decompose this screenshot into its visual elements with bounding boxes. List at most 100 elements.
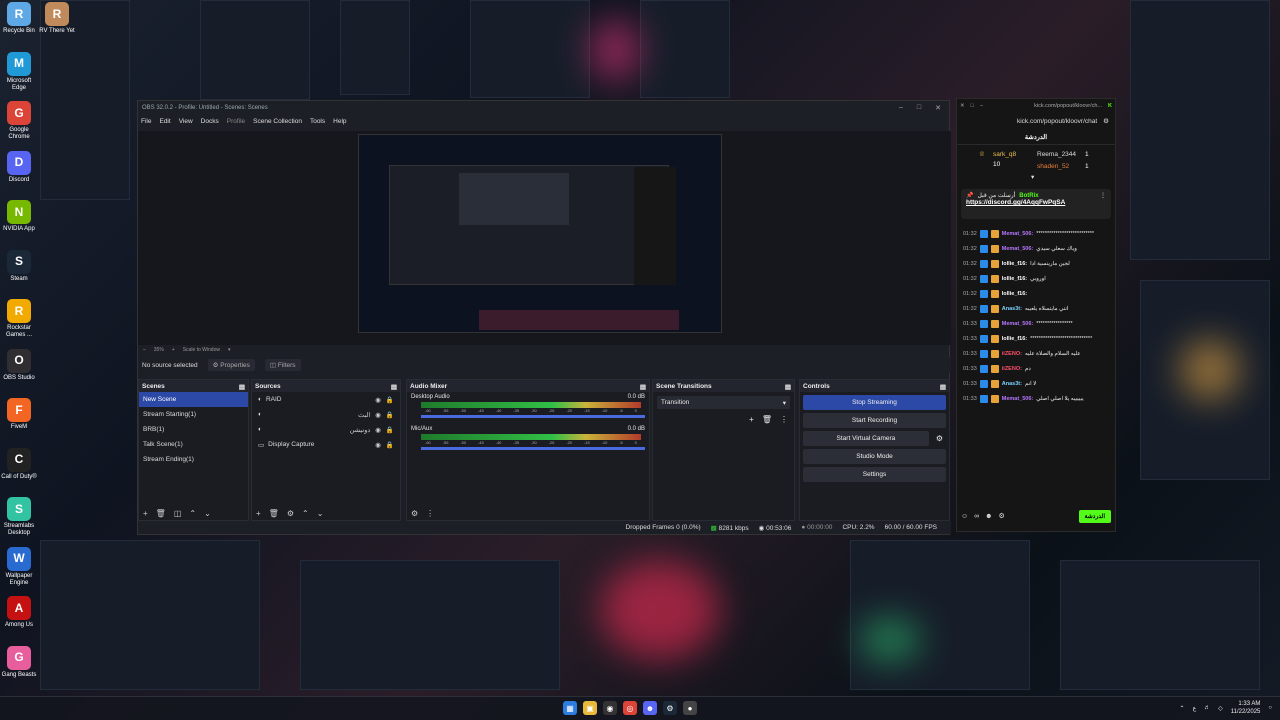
filters-button[interactable]: ◫ Filters bbox=[264, 359, 301, 371]
zoom-in-icon[interactable]: + bbox=[172, 347, 175, 353]
add-icon[interactable]: + bbox=[143, 509, 148, 518]
dock-menu-icon[interactable]: ▤ bbox=[239, 383, 245, 391]
desktop-icon[interactable]: F FiveM bbox=[0, 398, 38, 431]
message-username[interactable]: lollie_f16: bbox=[1002, 335, 1027, 343]
studio-mode-button[interactable]: Studio Mode bbox=[803, 449, 946, 464]
zoom-out-icon[interactable]: – bbox=[143, 347, 146, 353]
message-username[interactable]: Anas3t: bbox=[1002, 380, 1022, 388]
desktop-icon[interactable]: M Microsoft Edge bbox=[0, 51, 38, 92]
message-username[interactable]: iiZENO: bbox=[1002, 350, 1022, 358]
message-username[interactable]: Memat_506: bbox=[1002, 245, 1034, 253]
transition-select[interactable]: Transition ▾ bbox=[657, 396, 790, 409]
gear-icon[interactable]: ⚙ bbox=[999, 512, 1005, 520]
settings-button[interactable]: Settings bbox=[803, 467, 946, 482]
start-recording-button[interactable]: Start Recording bbox=[803, 413, 946, 428]
desktop-icon[interactable]: S Streamlabs Desktop bbox=[0, 497, 38, 537]
obs-icon[interactable]: ◉ bbox=[603, 701, 617, 715]
people-icon[interactable]: ☻ bbox=[985, 513, 992, 520]
chevron-down-icon[interactable]: ▾ bbox=[228, 347, 231, 353]
stream-preview[interactable] bbox=[358, 134, 722, 333]
move-down-icon[interactable]: ⌄ bbox=[204, 509, 211, 518]
app-icon[interactable]: ● bbox=[683, 701, 697, 715]
move-up-icon[interactable]: ⌃ bbox=[302, 509, 309, 518]
menu-tools[interactable]: Tools bbox=[310, 118, 325, 125]
volume-icon[interactable]: ♬ bbox=[1204, 705, 1210, 711]
move-up-icon[interactable]: ⌃ bbox=[189, 509, 196, 518]
source-item[interactable]: ◐ البث ◉ 🔒 bbox=[252, 407, 400, 422]
top-user-name[interactable]: shaden_52 bbox=[1037, 163, 1069, 170]
add-icon[interactable]: + bbox=[749, 415, 754, 424]
chevron-up-icon[interactable]: ⌃ bbox=[1180, 705, 1185, 712]
dock-menu-icon[interactable]: ▤ bbox=[785, 383, 791, 391]
message-username[interactable]: Memat_506: bbox=[1002, 320, 1034, 328]
desktop-icon[interactable]: N NVIDIA App bbox=[0, 200, 38, 233]
gear-icon[interactable]: ⚙ bbox=[936, 434, 943, 443]
lock-icon[interactable]: 🔒 bbox=[386, 411, 394, 419]
lock-icon[interactable]: 🔒 bbox=[386, 396, 394, 404]
maximize-icon[interactable]: □ bbox=[917, 104, 921, 112]
chevron-down-icon[interactable]: ▾ bbox=[1031, 173, 1034, 181]
chat-url[interactable]: kick.com/popout/kloovr/chat bbox=[1017, 118, 1097, 125]
gear-icon[interactable]: ⚙ bbox=[411, 509, 418, 518]
top-user-name[interactable]: sark_q8 bbox=[993, 151, 1016, 158]
stop-streaming-button[interactable]: Stop Streaming bbox=[803, 395, 946, 410]
menu-profile[interactable]: Profile bbox=[227, 118, 245, 125]
trash-icon[interactable]: 🗑 bbox=[762, 415, 772, 424]
desktop-icon[interactable]: W Wallpaper Engine bbox=[0, 546, 38, 587]
filter-icon[interactable]: ◫ bbox=[174, 509, 182, 518]
lock-icon[interactable]: 🔒 bbox=[386, 426, 394, 434]
message-username[interactable]: Memat_506: bbox=[1002, 230, 1034, 238]
minimize-icon[interactable]: – bbox=[899, 104, 903, 112]
discord-icon[interactable]: ☻ bbox=[643, 701, 657, 715]
desktop-icon[interactable]: O OBS Studio bbox=[0, 348, 38, 382]
desktop-icon[interactable]: R RV There Yet bbox=[38, 2, 76, 35]
desktop-icon[interactable]: R Recycle Bin bbox=[0, 2, 38, 35]
top-user-name[interactable]: Reema_2344 bbox=[1037, 151, 1076, 158]
scene-item[interactable]: Talk Scene(1) bbox=[139, 437, 248, 452]
desktop-icon[interactable]: G Google Chrome bbox=[0, 101, 38, 141]
start-icon[interactable]: ▦ bbox=[563, 701, 577, 715]
volume-slider[interactable] bbox=[421, 415, 645, 418]
file-explorer-icon[interactable]: ▣ bbox=[583, 701, 597, 715]
menu-scene-collection[interactable]: Scene Collection bbox=[253, 118, 302, 125]
minimize-icon[interactable]: – bbox=[980, 103, 983, 109]
menu-docks[interactable]: Docks bbox=[201, 118, 219, 125]
network-icon[interactable]: ◇ bbox=[1218, 705, 1223, 712]
message-username[interactable]: Memat_506: bbox=[1002, 395, 1034, 403]
source-item[interactable]: ▭ Display Capture ◉ 🔒 bbox=[252, 437, 400, 452]
menu-help[interactable]: Help bbox=[333, 118, 346, 125]
close-icon[interactable]: ✕ bbox=[935, 104, 941, 112]
menu-view[interactable]: View bbox=[179, 118, 193, 125]
scene-item[interactable]: New Scene bbox=[139, 392, 248, 407]
gear-icon[interactable]: ⚙ bbox=[287, 509, 294, 518]
emoji-icon[interactable]: ☺ bbox=[961, 513, 968, 520]
dock-menu-icon[interactable]: ▤ bbox=[391, 383, 397, 391]
volume-slider[interactable] bbox=[421, 447, 645, 450]
menu-file[interactable]: File bbox=[141, 118, 151, 125]
source-item[interactable]: ◐ RAID ◉ 🔒 bbox=[252, 392, 400, 407]
notification-icon[interactable]: ○ bbox=[1268, 705, 1272, 711]
desktop-icon[interactable]: S Steam bbox=[0, 249, 38, 283]
close-icon[interactable]: ✕ bbox=[960, 103, 965, 109]
eye-icon[interactable]: ◉ bbox=[375, 426, 381, 434]
scene-item[interactable]: Stream Ending(1) bbox=[139, 452, 248, 467]
steam-icon[interactable]: ⚙ bbox=[663, 701, 677, 715]
source-item[interactable]: ◐ دونيشن ◉ 🔒 bbox=[252, 422, 400, 437]
menu-edit[interactable]: Edit bbox=[159, 118, 170, 125]
infinity-icon[interactable]: ∞ bbox=[974, 513, 979, 520]
pinned-link[interactable]: https://discord.gg/4AqqFwPqSA bbox=[966, 199, 1106, 206]
move-down-icon[interactable]: ⌄ bbox=[317, 509, 324, 518]
message-username[interactable]: lollie_f16: bbox=[1002, 275, 1027, 283]
message-username[interactable]: lollie_f16: bbox=[1002, 290, 1027, 298]
dock-menu-icon[interactable]: ▤ bbox=[940, 383, 946, 391]
message-username[interactable]: iiZENO: bbox=[1002, 365, 1022, 373]
scene-item[interactable]: Stream Starting(1) bbox=[139, 407, 248, 422]
clock[interactable]: 1:33 AM 11/22/2025 bbox=[1231, 700, 1261, 716]
restore-icon[interactable]: □ bbox=[971, 103, 974, 109]
start-virtual-camera-button[interactable]: Start Virtual Camera bbox=[803, 431, 929, 446]
lock-icon[interactable]: 🔒 bbox=[386, 441, 394, 449]
trash-icon[interactable]: 🗑 bbox=[269, 509, 279, 518]
message-username[interactable]: lollie_f16: bbox=[1002, 260, 1027, 268]
dock-menu-icon[interactable]: ▤ bbox=[640, 383, 646, 391]
desktop-icon[interactable]: R Rockstar Games ... bbox=[0, 299, 38, 339]
